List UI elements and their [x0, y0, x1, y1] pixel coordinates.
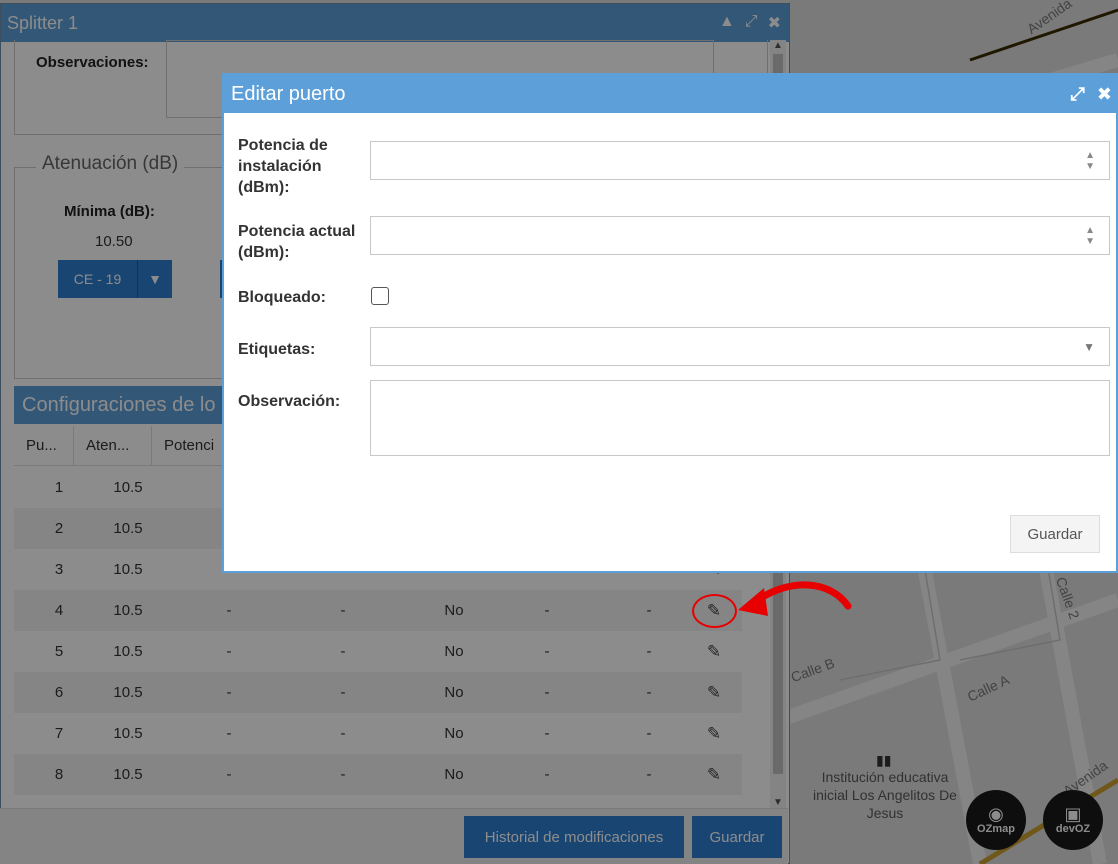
- number-spinner-icon[interactable]: ▲ ▼: [1085, 150, 1095, 172]
- number-spinner-icon[interactable]: ▲ ▼: [1085, 225, 1095, 247]
- close-icon[interactable]: ✖: [1097, 84, 1112, 105]
- bloqueado-label: Bloqueado:: [238, 289, 326, 306]
- etiquetas-select[interactable]: ▼: [370, 327, 1110, 366]
- etiquetas-label: Etiquetas:: [238, 341, 316, 358]
- potencia-actual-label: Potencia actual (dBm):: [238, 223, 356, 261]
- editar-puerto-modal: Editar puerto ⤢ ✖ Potencia de instalació…: [222, 73, 1118, 573]
- maximize-icon[interactable]: ⤢: [1071, 84, 1085, 105]
- potencia-instalacion-input[interactable]: ▲ ▼: [370, 141, 1110, 180]
- modal-save-button[interactable]: Guardar: [1010, 515, 1100, 553]
- observacion-label: Observación:: [238, 393, 341, 410]
- observacion-textarea[interactable]: [370, 380, 1110, 456]
- bloqueado-checkbox[interactable]: [371, 287, 389, 305]
- potencia-instalacion-label: Potencia de instalación (dBm):: [238, 137, 328, 196]
- chevron-down-icon[interactable]: ▼: [1083, 340, 1095, 354]
- modal-titlebar[interactable]: Editar puerto ⤢ ✖: [224, 75, 1116, 113]
- modal-title: Editar puerto: [231, 82, 346, 105]
- red-arrow-icon: [738, 581, 852, 616]
- potencia-actual-input[interactable]: ▲ ▼: [370, 216, 1110, 255]
